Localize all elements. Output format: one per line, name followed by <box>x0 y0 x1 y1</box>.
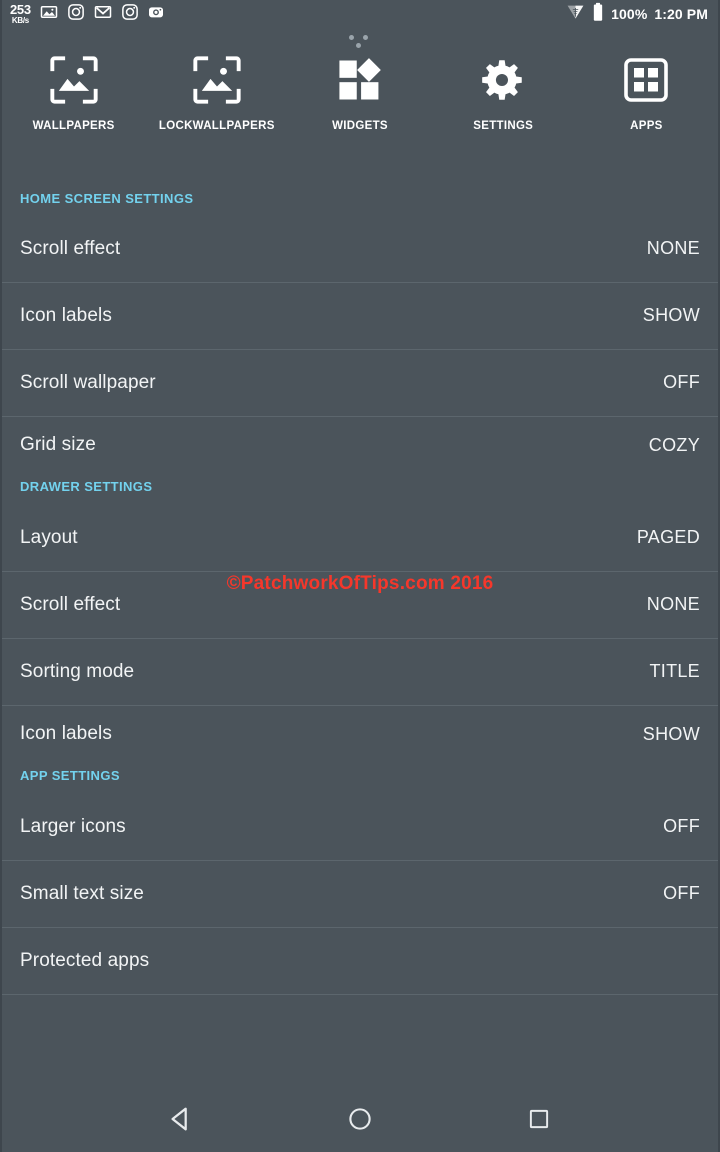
setting-value: NONE <box>646 238 700 258</box>
setting-row-layout[interactable]: Layout PAGED <box>2 504 718 571</box>
setting-row-grid-size[interactable]: Grid size COZY <box>2 416 718 474</box>
setting-row-scroll-effect-drawer[interactable]: Scroll effect NONE <box>2 571 718 638</box>
setting-row-icon-labels-drawer[interactable]: Icon labels SHOW <box>2 705 718 763</box>
setting-label: Larger icons <box>20 815 126 837</box>
setting-label: Icon labels <box>20 304 112 326</box>
instagram-icon <box>67 3 85 26</box>
battery-full-icon <box>592 2 604 27</box>
setting-value: OFF <box>663 816 700 836</box>
setting-value: SHOW <box>642 723 700 744</box>
recents-button[interactable] <box>511 1093 567 1149</box>
toolbar-item-label: WIDGETS <box>332 120 388 132</box>
camera-icon <box>148 4 164 25</box>
home-circle-icon <box>346 1105 374 1138</box>
setting-row-sorting-mode[interactable]: Sorting mode TITLE <box>2 638 718 705</box>
page-dot <box>356 43 361 48</box>
home-button[interactable] <box>332 1093 388 1149</box>
setting-value: TITLE <box>649 661 700 681</box>
page-dot <box>349 35 354 40</box>
setting-row-scroll-effect-home[interactable]: Scroll effect NONE <box>2 215 718 282</box>
setting-value: COZY <box>648 434 700 455</box>
setting-row-scroll-wallpaper[interactable]: Scroll wallpaper OFF <box>2 349 718 416</box>
list-bottom-divider <box>2 994 718 995</box>
setting-label: Scroll effect <box>20 593 121 615</box>
settings-gear-icon <box>478 52 528 108</box>
setting-value: PAGED <box>636 527 700 547</box>
network-speed-unit: KB/s <box>11 16 29 25</box>
setting-label: Scroll wallpaper <box>20 371 156 393</box>
status-bar-right: 100% 1:20 PM <box>566 2 708 27</box>
page-indicator-dots <box>345 32 375 50</box>
toolbar-item-label: APPS <box>630 120 663 132</box>
toolbar-item-apps[interactable]: APPS <box>575 52 718 132</box>
setting-value: SHOW <box>642 305 700 325</box>
setting-label: Small text size <box>20 882 144 904</box>
network-speed-indicator: 253 KB/s <box>10 3 31 25</box>
page-dot <box>363 35 368 40</box>
setting-value: OFF <box>663 883 700 903</box>
instagram-icon <box>121 3 139 26</box>
wallpapers-icon <box>48 52 100 108</box>
setting-label: Icon labels <box>20 723 112 744</box>
launcher-toolbar: WALLPAPERS LOCKWALLPAPERS WIDGETS SETTIN… <box>2 52 718 162</box>
battery-percent-label: 100% <box>611 6 648 22</box>
apps-grid-icon <box>622 52 670 108</box>
recents-square-icon <box>526 1106 552 1137</box>
status-bar-left: 253 KB/s <box>10 3 566 26</box>
setting-label: Layout <box>20 526 78 548</box>
android-navigation-bar <box>2 1090 718 1152</box>
setting-row-protected-apps[interactable]: Protected apps <box>2 927 718 994</box>
setting-row-larger-icons[interactable]: Larger icons OFF <box>2 793 718 860</box>
launcher-settings-screen: 253 KB/s 100% 1:20 PM WALLPAPERS LOCKWAL… <box>0 0 720 1152</box>
setting-label: Sorting mode <box>20 660 135 682</box>
network-speed-value: 253 <box>10 2 31 17</box>
toolbar-item-wallpapers[interactable]: WALLPAPERS <box>2 52 145 132</box>
clock-label: 1:20 PM <box>654 6 708 22</box>
toolbar-item-label: WALLPAPERS <box>32 120 115 132</box>
setting-label: Grid size <box>20 434 96 455</box>
setting-label: Scroll effect <box>20 237 121 259</box>
toolbar-item-settings[interactable]: SETTINGS <box>432 52 575 132</box>
toolbar-item-label: LOCKWALLPAPERS <box>158 120 275 132</box>
toolbar-item-label: SETTINGS <box>473 120 534 132</box>
lockwallpapers-icon <box>191 52 243 108</box>
section-header-app-settings: APP SETTINGS <box>20 768 120 783</box>
settings-list: HOME SCREEN SETTINGS Scroll effect NONE … <box>2 183 718 995</box>
setting-label: Protected apps <box>20 949 150 971</box>
section-header-drawer-settings: DRAWER SETTINGS <box>20 479 153 494</box>
setting-value: NONE <box>646 594 700 614</box>
wifi-icon <box>566 2 585 26</box>
setting-value: OFF <box>663 372 700 392</box>
back-triangle-icon <box>166 1104 196 1139</box>
setting-row-icon-labels-home[interactable]: Icon labels SHOW <box>2 282 718 349</box>
status-bar: 253 KB/s 100% 1:20 PM <box>2 0 718 28</box>
back-button[interactable] <box>153 1093 209 1149</box>
toolbar-item-lockwallpapers[interactable]: LOCKWALLPAPERS <box>145 52 288 132</box>
gmail-icon <box>94 3 112 26</box>
gallery-image-icon <box>40 3 58 26</box>
setting-row-small-text-size[interactable]: Small text size OFF <box>2 860 718 927</box>
toolbar-item-widgets[interactable]: WIDGETS <box>288 52 431 132</box>
widgets-icon <box>334 52 386 108</box>
section-header-home-screen-settings: HOME SCREEN SETTINGS <box>20 191 194 206</box>
